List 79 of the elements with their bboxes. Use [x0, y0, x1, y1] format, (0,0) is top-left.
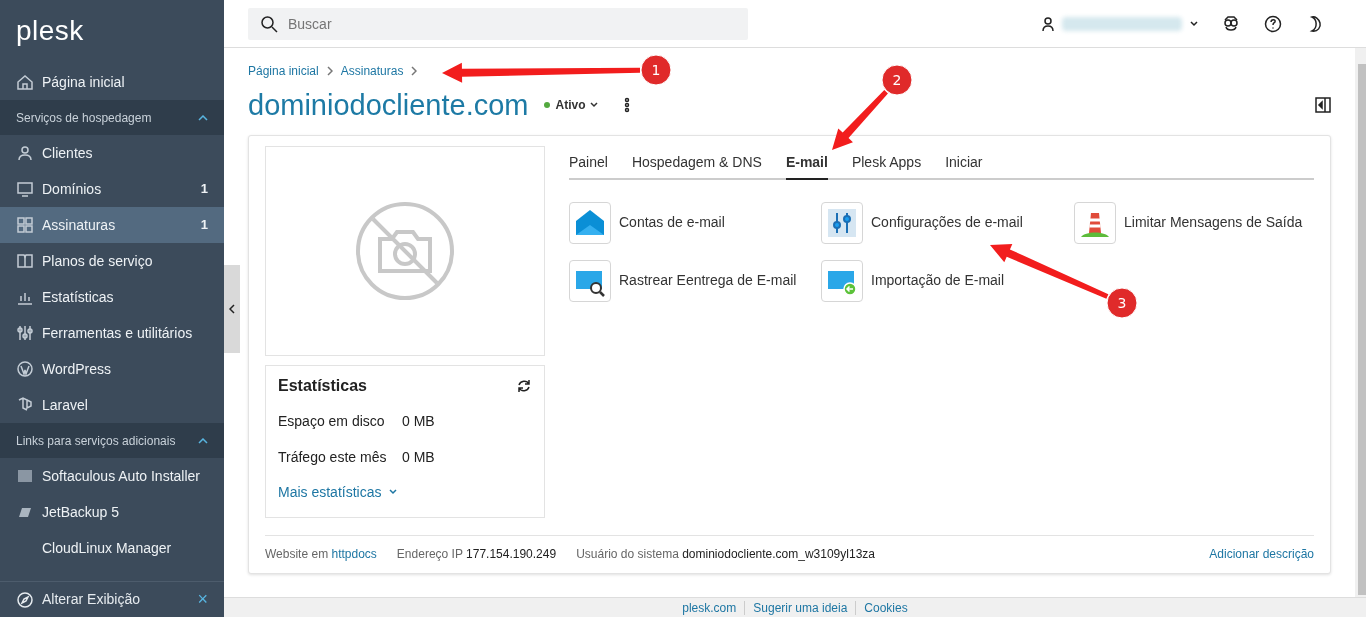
tool-link[interactable]: Importação de E-mail	[821, 259, 1074, 302]
more-stats-link[interactable]: Mais estatísticas	[278, 481, 398, 503]
marker-number: 3	[1117, 295, 1127, 311]
tab[interactable]: Hospedagem & DNS	[631, 147, 762, 180]
sidebar-item[interactable]: Softaculous Auto Installer	[0, 458, 224, 494]
caret-icon	[1190, 20, 1198, 27]
chevron-icon	[326, 66, 333, 76]
sidebar-item[interactable]: WordPress	[0, 351, 224, 387]
annotation-arrow	[832, 90, 888, 150]
chevron-icon	[229, 304, 235, 314]
more-icon	[624, 97, 631, 114]
sidebar-item[interactable]: Página inicial	[0, 64, 224, 100]
laravel-icon	[16, 396, 34, 414]
footer-link[interactable]: Sugerir uma ideia	[753, 600, 848, 615]
tool-link[interactable]: Limitar Mensagens de Saída	[1074, 201, 1314, 244]
info-label: Usuário do sistema	[576, 546, 679, 561]
grid-icon	[16, 216, 34, 234]
number-marker	[881, 64, 913, 96]
marker-number: 1	[651, 62, 661, 78]
softaculous-icon	[16, 467, 34, 485]
compass-icon	[16, 590, 34, 609]
tab[interactable]: E-mail	[785, 147, 828, 180]
help-icon	[1264, 14, 1282, 33]
number-marker	[640, 54, 672, 86]
footer-link[interactable]: plesk.com	[682, 600, 737, 615]
search-field[interactable]: Buscar	[248, 7, 748, 40]
sidebar-item[interactable]: Laravel	[0, 387, 224, 423]
count: 1	[200, 216, 208, 235]
tab[interactable]: Iniciar	[945, 147, 983, 180]
sidebar-item[interactable]: JetBackup 5	[0, 494, 224, 530]
sidebar-item[interactable]: Ferramentas e utilitários	[0, 315, 224, 351]
info-value: dominiodocliente.com_w3109yl13za	[682, 546, 875, 561]
collapse-handle[interactable]	[224, 265, 240, 353]
caret-icon	[389, 489, 398, 496]
tool-link[interactable]: Contas de e-mail	[569, 201, 821, 244]
sidebar-item[interactable]: Assinaturas 1	[0, 207, 224, 243]
tool-link[interactable]: Rastrear Eentrega de E-mail	[569, 259, 821, 302]
sidebar-item[interactable]: CloudLinux Manager	[0, 530, 224, 566]
home-icon	[16, 73, 34, 91]
breadcrumb-link[interactable]: Assinaturas	[340, 62, 404, 80]
breadcrumb-link[interactable]: Página inicial	[248, 62, 319, 80]
info-label: Website em	[265, 546, 329, 561]
panel-toggle-icon	[1315, 97, 1331, 114]
info-link[interactable]: httpdocs	[331, 546, 377, 561]
caret-icon	[590, 102, 599, 109]
user-menu[interactable]	[1062, 16, 1182, 31]
stat-value: 0 MB	[402, 412, 435, 432]
sidebar-item[interactable]: Clientes	[0, 135, 224, 171]
user-icon	[1042, 16, 1054, 31]
info-value: 177.154.190.249	[466, 546, 557, 561]
sidebar-item[interactable]: Planos de serviço	[0, 243, 224, 279]
no-photo-icon	[355, 200, 455, 301]
add-description-link[interactable]: Adicionar descrição	[1209, 544, 1314, 563]
refresh-icon	[516, 377, 532, 394]
chevron-icon	[411, 66, 418, 76]
footer-link[interactable]: Cookies	[864, 600, 908, 615]
page-title: dominiodocliente.com	[248, 88, 529, 123]
number-marker	[1106, 287, 1138, 319]
info-label: Endereço IP	[396, 546, 463, 561]
stat-label: Espaço em disco	[278, 412, 386, 432]
sliders-icon	[16, 324, 34, 342]
wordpress-icon	[16, 360, 34, 378]
stat-value: 0 MB	[402, 448, 435, 468]
user-icon	[16, 144, 34, 162]
tab[interactable]: Painel	[569, 147, 608, 180]
monitor-icon	[16, 180, 34, 198]
status-dropdown[interactable]: Ativo	[544, 96, 599, 115]
tab[interactable]: Plesk Apps	[851, 147, 922, 180]
owl-icon	[1222, 14, 1240, 33]
tool-link[interactable]: Configurações de e-mail	[821, 201, 1074, 244]
marker-number: 2	[892, 72, 902, 88]
count: 1	[200, 180, 208, 199]
sidebar-item[interactable]: Domínios 1	[0, 171, 224, 207]
stats-title: Estatísticas	[278, 375, 367, 396]
book-icon	[16, 252, 34, 270]
logo[interactable]: plesk	[0, 0, 224, 64]
close-button[interactable]: ×	[197, 586, 208, 613]
sidebar-item[interactable]: Estatísticas	[0, 279, 224, 315]
stat-label: Tráfego este mês	[278, 448, 388, 468]
